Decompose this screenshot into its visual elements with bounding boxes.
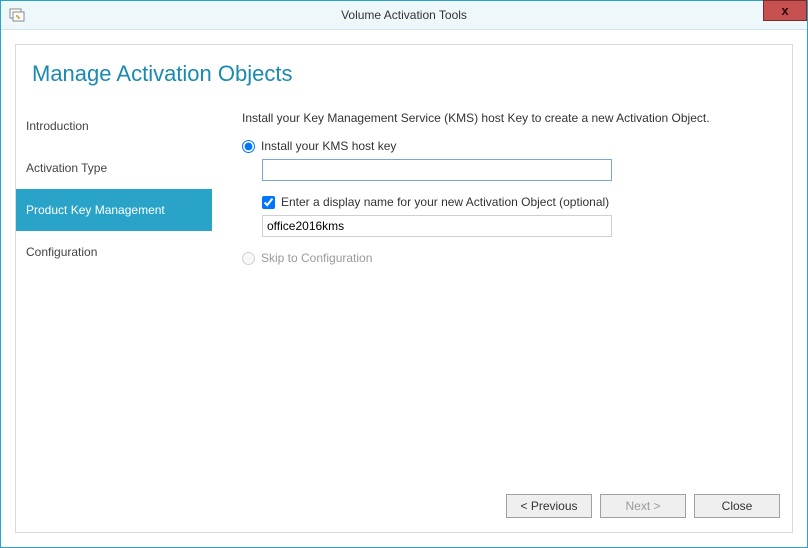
sidebar-item-configuration[interactable]: Configuration	[16, 231, 212, 273]
main-area: Install your Key Management Service (KMS…	[212, 93, 792, 484]
sidebar-item-product-key-management[interactable]: Product Key Management	[16, 189, 212, 231]
next-button[interactable]: Next >	[600, 494, 686, 518]
footer: < Previous Next > Close	[16, 484, 792, 532]
window-root: Volume Activation Tools x Manage Activat…	[0, 0, 808, 548]
close-icon: x	[781, 3, 788, 18]
option-install-kms-key[interactable]: Install your KMS host key	[242, 139, 772, 153]
close-button[interactable]: Close	[694, 494, 780, 518]
sidebar-item-label: Configuration	[26, 245, 97, 259]
sidebar-item-label: Product Key Management	[26, 203, 165, 217]
option-skip-to-configuration: Skip to Configuration	[242, 251, 772, 265]
kms-host-key-input[interactable]	[262, 159, 612, 181]
kms-key-input-row	[262, 159, 772, 181]
sidebar-item-label: Introduction	[26, 119, 89, 133]
body: Introduction Activation Type Product Key…	[16, 93, 792, 484]
checkbox-display-name[interactable]	[262, 196, 275, 209]
sidebar-item-label: Activation Type	[26, 161, 107, 175]
sidebar-item-introduction[interactable]: Introduction	[16, 105, 212, 147]
window-close-button[interactable]: x	[763, 0, 807, 21]
radio-skip-to-configuration	[242, 252, 255, 265]
sidebar-item-activation-type[interactable]: Activation Type	[16, 147, 212, 189]
display-name-input-row	[262, 215, 772, 237]
checkbox-display-name-label: Enter a display name for your new Activa…	[281, 195, 609, 209]
wizard-panel: Manage Activation Objects Introduction A…	[15, 44, 793, 533]
option-display-name[interactable]: Enter a display name for your new Activa…	[262, 195, 772, 209]
page-heading: Manage Activation Objects	[16, 45, 792, 93]
previous-button[interactable]: < Previous	[506, 494, 592, 518]
radio-skip-label: Skip to Configuration	[261, 251, 372, 265]
titlebar: Volume Activation Tools x	[1, 1, 807, 30]
radio-install-kms-key[interactable]	[242, 140, 255, 153]
content-wrapper: Manage Activation Objects Introduction A…	[1, 30, 807, 547]
window-title: Volume Activation Tools	[1, 8, 807, 22]
sidebar: Introduction Activation Type Product Key…	[16, 93, 212, 484]
app-icon	[9, 7, 25, 23]
instruction-text: Install your Key Management Service (KMS…	[242, 111, 772, 125]
radio-install-kms-key-label: Install your KMS host key	[261, 139, 396, 153]
display-name-input[interactable]	[262, 215, 612, 237]
